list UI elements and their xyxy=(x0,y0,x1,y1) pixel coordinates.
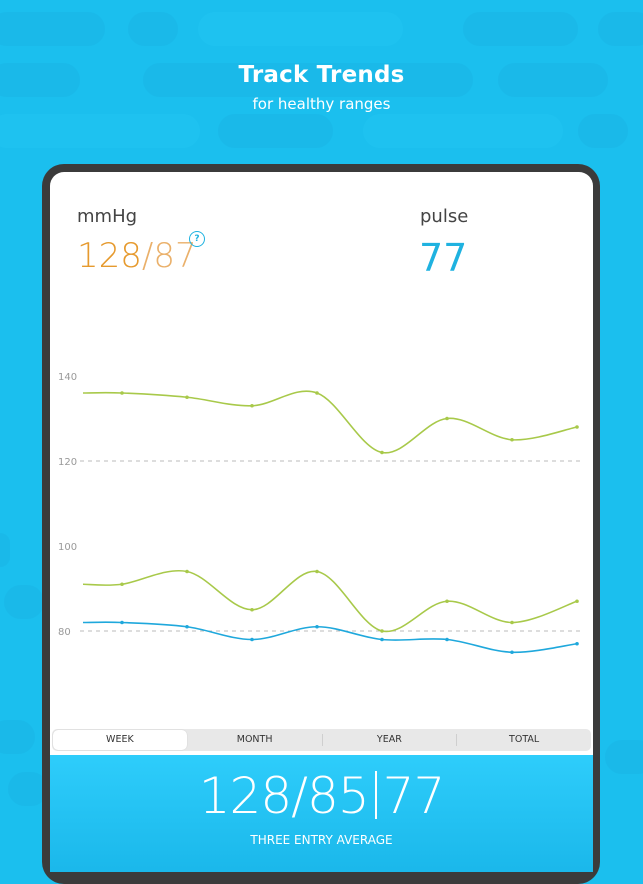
trend-chart: 140 120 100 80 xyxy=(58,372,580,655)
tab-total[interactable]: TOTAL xyxy=(457,729,591,751)
diastolic-point xyxy=(575,599,579,604)
systolic-point xyxy=(445,416,449,421)
avg-systolic: 128 xyxy=(198,767,292,825)
y-tick-label: 80 xyxy=(58,627,71,638)
background-decoration xyxy=(0,114,200,148)
systolic-point xyxy=(185,395,189,400)
background-decoration xyxy=(578,114,628,148)
pulse-point xyxy=(315,624,319,629)
pulse-point xyxy=(575,641,579,646)
background-decoration xyxy=(0,12,105,46)
avg-diastolic: 85 xyxy=(307,767,370,825)
pulse-point xyxy=(185,624,189,629)
average-panel: 128/85 77 THREE ENTRY AVERAGE xyxy=(50,755,593,872)
pulse-point xyxy=(510,650,514,655)
tab-week[interactable]: WEEK xyxy=(53,730,187,750)
background-decoration xyxy=(218,114,333,148)
background-decoration xyxy=(598,12,643,46)
systolic-point xyxy=(250,403,254,408)
period-segmented-control: WEEK MONTH YEAR TOTAL xyxy=(52,729,591,751)
pulse-point xyxy=(380,637,384,642)
systolic-point xyxy=(380,450,384,455)
app-screen: mmHg 128/87 ? pulse 77 140 120 100 80 WEEK … xyxy=(50,172,593,872)
avg-divider xyxy=(374,771,377,819)
systolic-point xyxy=(315,391,319,395)
y-tick-label: 120 xyxy=(58,457,77,468)
hero-title: Track Trends xyxy=(238,62,405,88)
diastolic-line xyxy=(82,569,578,633)
background-decoration xyxy=(4,585,44,619)
systolic-point xyxy=(510,437,514,442)
average-label: THREE ENTRY AVERAGE xyxy=(250,833,393,847)
background-decoration xyxy=(363,114,563,148)
y-tick-label: 100 xyxy=(58,542,77,553)
background-decoration xyxy=(198,12,403,46)
pulse-point xyxy=(250,637,254,642)
tab-month[interactable]: MONTH xyxy=(188,729,322,751)
avg-slash: / xyxy=(291,767,308,825)
diastolic-point xyxy=(185,569,189,574)
pulse-point xyxy=(120,620,124,625)
avg-pulse: 77 xyxy=(382,767,446,825)
background-decoration xyxy=(463,12,578,46)
background-decoration xyxy=(0,533,10,567)
y-tick-label: 140 xyxy=(58,372,77,383)
pulse-point xyxy=(445,637,449,642)
diastolic-point xyxy=(445,599,449,604)
diastolic-point xyxy=(380,629,384,633)
tab-year[interactable]: YEAR xyxy=(323,729,457,751)
background-decoration xyxy=(128,12,178,46)
diastolic-point xyxy=(250,607,254,612)
pulse-line xyxy=(82,621,578,654)
systolic-point xyxy=(120,391,124,395)
background-decoration xyxy=(0,720,35,754)
background-decoration xyxy=(605,740,643,774)
systolic-point xyxy=(575,425,579,429)
systolic-line xyxy=(82,390,578,454)
diastolic-point xyxy=(510,620,514,625)
average-reading: 128/85 77 xyxy=(50,767,593,825)
hero-subtitle: for healthy ranges xyxy=(252,95,391,113)
diastolic-point xyxy=(315,569,319,574)
diastolic-point xyxy=(120,582,124,587)
